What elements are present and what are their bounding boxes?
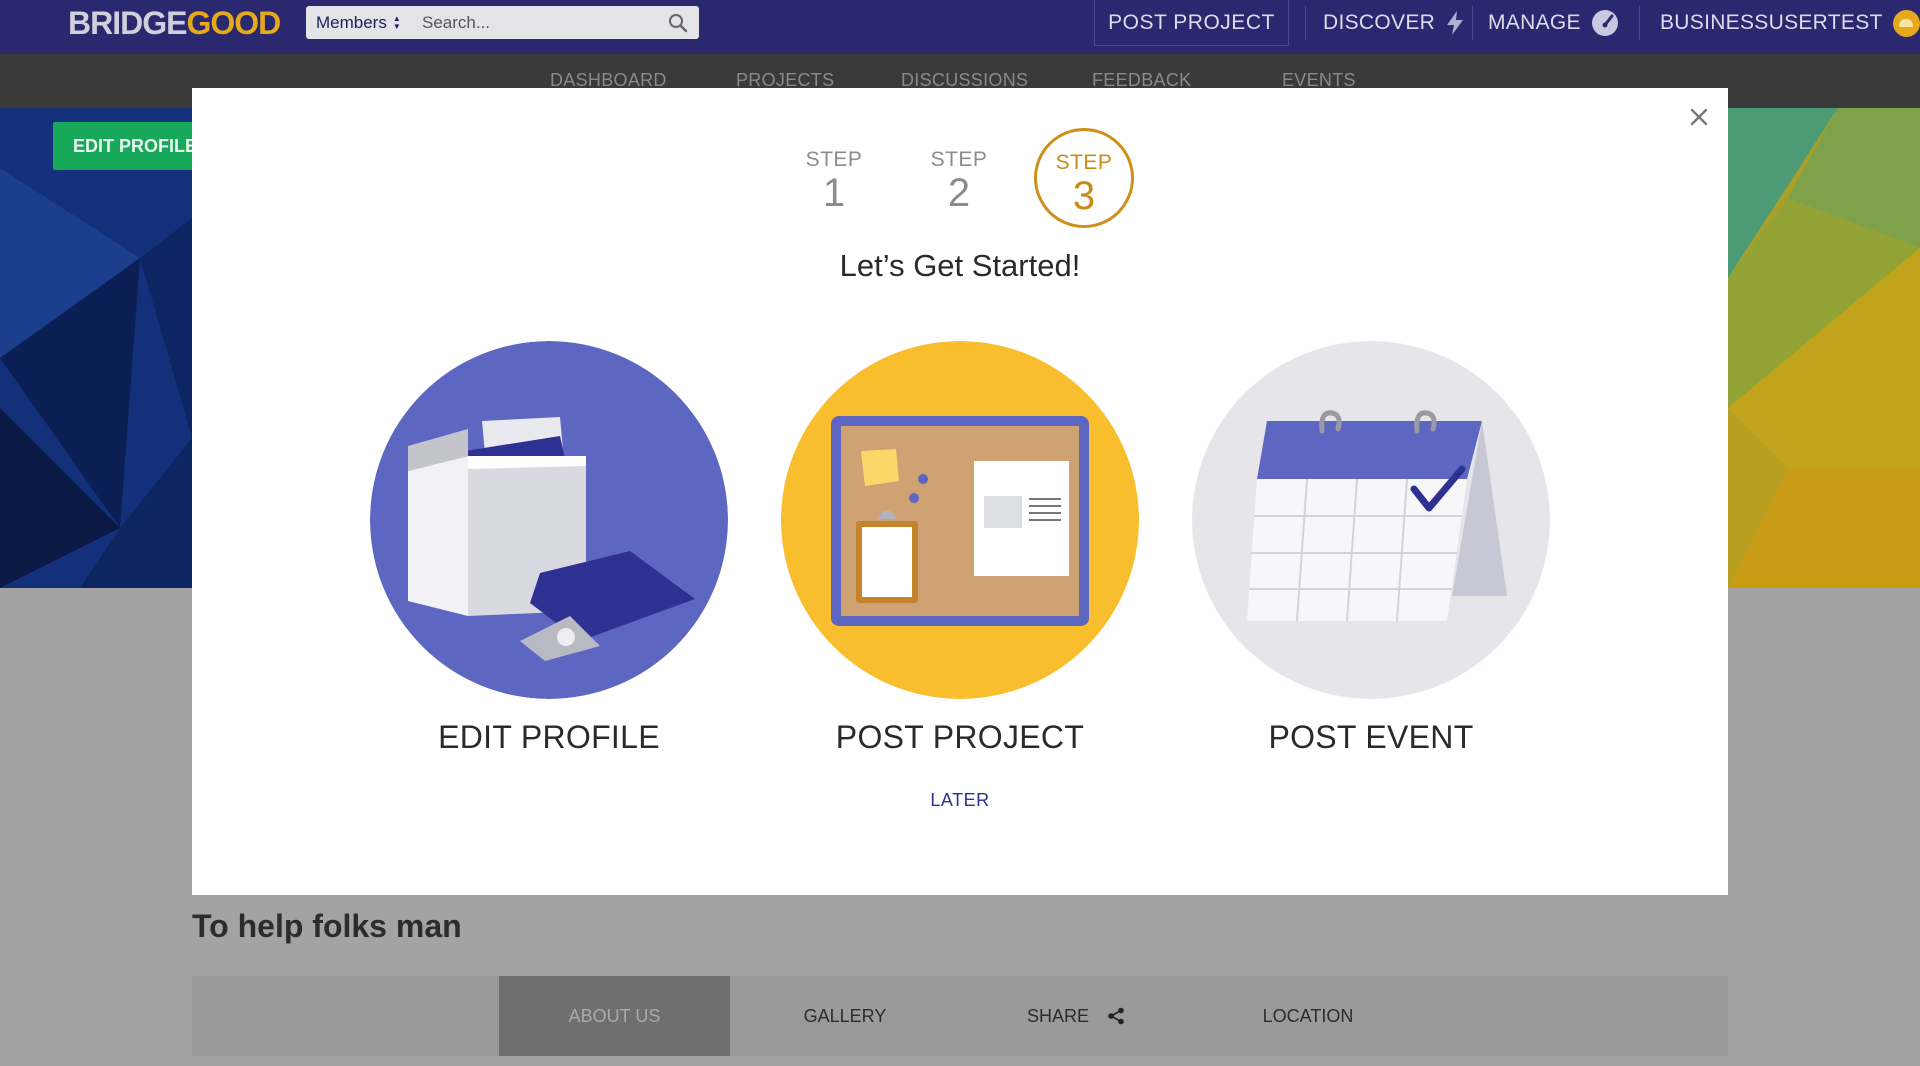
getting-started-modal: STEP 1 STEP 2 STEP 3 Let’s Get Started! — [192, 88, 1728, 895]
logo-text: BRIDGE — [68, 5, 187, 41]
edit-profile-label: EDIT PROFILE — [438, 719, 660, 755]
search-icon[interactable] — [668, 13, 688, 33]
tab-share[interactable]: SHARE — [960, 976, 1192, 1056]
profile-tabs: ABOUT US GALLERY SHARE LOCATION — [192, 976, 1728, 1056]
tab-gallery-label: GALLERY — [803, 1005, 887, 1026]
share-icon — [1108, 1007, 1124, 1025]
edit-profile-option[interactable]: EDIT PROFILE — [369, 341, 729, 756]
profile-banner-right — [1728, 108, 1920, 588]
discover-label: DISCOVER — [1323, 11, 1436, 34]
step-1-label: STEP — [805, 148, 863, 171]
calendar-icon — [1192, 341, 1550, 699]
post-event-label: POST EVENT — [1268, 719, 1474, 755]
tab-about-us-label: ABOUT US — [568, 1005, 661, 1026]
manage-label: MANAGE — [1488, 11, 1581, 34]
edit-profile-button-background[interactable]: EDIT PROFILE — [53, 122, 203, 170]
edit-profile-button-label: EDIT PROFILE — [73, 135, 198, 156]
lightning-icon — [1447, 11, 1464, 35]
step-3-indicator-active: STEP 3 — [1034, 128, 1134, 228]
modal-title: Let’s Get Started! — [839, 248, 1081, 283]
step-1-number: 1 — [822, 171, 846, 215]
page-heading: To help folks man — [192, 908, 462, 944]
step-3-label: STEP — [1055, 151, 1113, 174]
step-2-label: STEP — [930, 148, 988, 171]
speedometer-icon — [1591, 10, 1618, 36]
post-event-illustration — [1192, 341, 1550, 699]
edit-profile-illustration — [370, 341, 728, 699]
nav-divider — [1639, 6, 1640, 40]
user-avatar-icon — [1892, 9, 1920, 37]
box-folders-icon — [370, 341, 728, 699]
step-2-indicator: STEP 2 — [914, 148, 1004, 214]
post-project-option[interactable]: POST PROJECT — [780, 341, 1140, 756]
search-scope-select[interactable]: Members ▲ ▼ — [306, 6, 411, 39]
step-2-number: 2 — [947, 171, 971, 215]
post-project-nav-label: POST PROJECT — [1108, 10, 1275, 34]
nav-divider — [1472, 6, 1473, 40]
top-navbar: BRIDGEGOOD Members ▲▼ POST PROJECT DISCO… — [0, 0, 1920, 54]
logo-text-accent: GOOD — [186, 5, 281, 41]
tab-location[interactable]: LOCATION — [1192, 976, 1424, 1056]
discover-nav-item[interactable]: DISCOVER — [1323, 0, 1465, 46]
user-menu[interactable]: BUSINESSUSERTEST — [1660, 0, 1920, 46]
post-project-illustration — [781, 341, 1139, 699]
search-box: Members ▲ ▼ — [306, 6, 699, 39]
post-project-nav-button[interactable]: POST PROJECT — [1094, 0, 1289, 46]
username-label: BUSINESSUSERTEST — [1660, 11, 1883, 34]
tab-gallery[interactable]: GALLERY — [730, 976, 960, 1056]
bridgegood-logo[interactable]: BRIDGEGOOD — [68, 4, 281, 42]
close-icon[interactable] — [1685, 103, 1713, 131]
profile-banner-left — [0, 108, 192, 588]
tab-about-us[interactable]: ABOUT US — [499, 976, 730, 1056]
manage-nav-item[interactable]: MANAGE — [1488, 0, 1619, 46]
step-3-number: 3 — [1072, 174, 1096, 218]
tab-share-label: SHARE — [1026, 1005, 1089, 1026]
post-project-label: POST PROJECT — [835, 719, 1085, 755]
nav-divider — [1305, 6, 1306, 40]
post-event-option[interactable]: POST EVENT — [1191, 341, 1551, 756]
corkboard-icon — [781, 341, 1139, 699]
search-scope-label: Members — [316, 12, 387, 32]
later-link[interactable]: LATER — [192, 790, 1728, 811]
tab-location-label: LOCATION — [1262, 1005, 1354, 1026]
search-input[interactable] — [422, 10, 652, 35]
sort-arrows-icon: ▲ ▼ — [392, 13, 401, 31]
step-1-indicator: STEP 1 — [789, 148, 879, 214]
